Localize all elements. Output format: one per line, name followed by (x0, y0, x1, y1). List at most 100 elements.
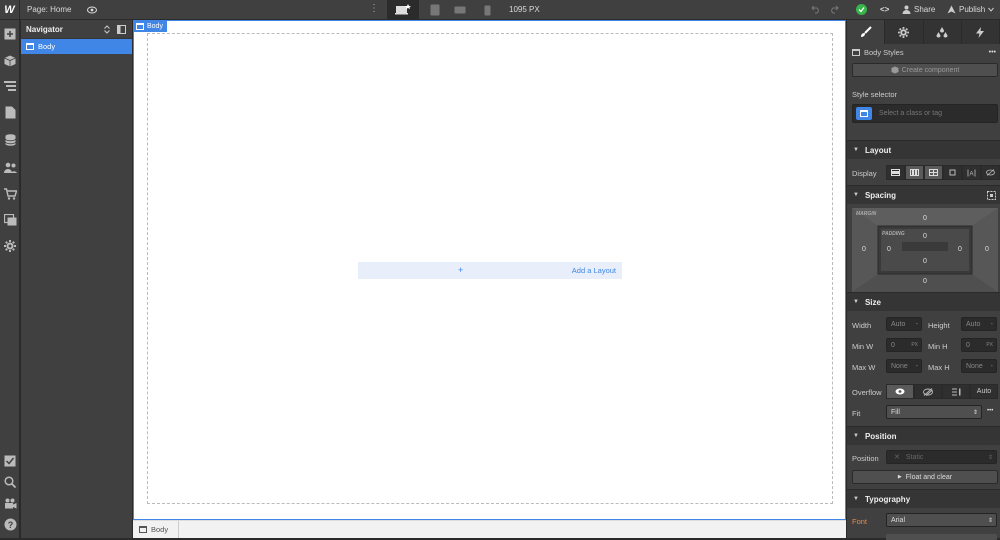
pin-panel-icon[interactable] (117, 24, 126, 34)
assets-icon[interactable] (3, 213, 17, 227)
overflow-auto-button[interactable]: Auto (970, 384, 998, 399)
font-label: Font (852, 517, 868, 526)
padding-bottom-value[interactable]: 0 (923, 258, 927, 265)
display-grid-icon[interactable] (924, 165, 943, 180)
font-select[interactable]: Arial ⇕ (886, 513, 997, 527)
margin-top-value[interactable]: 0 (923, 215, 927, 222)
typography-section-header[interactable]: ▼ Typography (847, 489, 1000, 508)
body-styles-row: Body Styles ••• (852, 48, 996, 57)
overflow-label: Overflow (852, 388, 882, 397)
share-button[interactable]: Share (902, 5, 935, 14)
cms-database-icon[interactable] (3, 133, 17, 147)
min-width-unit[interactable]: PX (911, 342, 918, 348)
height-input[interactable]: Auto - (961, 317, 997, 331)
fit-select[interactable]: Fill ⇕ (886, 405, 982, 419)
padding-right-value[interactable]: 0 (958, 246, 962, 253)
select-arrows-icon: ⇕ (987, 454, 993, 461)
margin-left-value[interactable]: 0 (862, 246, 866, 253)
size-title: Size (864, 297, 881, 307)
max-width-input[interactable]: None - (886, 359, 922, 373)
redo-icon[interactable] (829, 4, 839, 14)
size-section-header[interactable]: ▼ Size (847, 292, 1000, 311)
padding-left-value[interactable]: 0 (887, 246, 891, 253)
publish-button[interactable]: Publish (947, 5, 995, 14)
margin-bottom-value[interactable]: 0 (923, 278, 927, 285)
min-height-unit[interactable]: PX (986, 342, 993, 348)
position-title: Position (864, 431, 897, 441)
undo-icon[interactable] (811, 4, 821, 14)
min-width-input[interactable]: 0 PX (886, 338, 922, 352)
desktop-breakpoint-icon[interactable] (387, 0, 419, 20)
margin-right-value[interactable]: 0 (985, 246, 989, 253)
page-selector[interactable]: Page: Home (27, 5, 71, 14)
video-tutorials-icon[interactable] (3, 496, 17, 510)
settings-gear-icon[interactable] (3, 239, 17, 253)
navigator-icon[interactable] (3, 79, 17, 93)
display-block-icon[interactable] (886, 165, 905, 180)
preview-eye-icon[interactable] (87, 5, 97, 15)
height-label: Height (928, 321, 950, 330)
max-height-input[interactable]: None - (961, 359, 997, 373)
canvas-width-readout: 1095 PX (509, 5, 540, 14)
tab-style[interactable] (847, 20, 886, 44)
width-input[interactable]: Auto - (886, 317, 922, 331)
droplets-icon (936, 26, 948, 37)
display-inline-icon[interactable]: A (962, 165, 981, 180)
create-component-button[interactable]: Create component (852, 63, 998, 77)
overflow-options: Auto (886, 384, 998, 399)
overflow-hidden-icon[interactable] (914, 384, 942, 399)
overflow-scroll-icon[interactable] (942, 384, 970, 399)
add-layout-label: Add a Layout (571, 266, 616, 275)
more-options-icon[interactable]: ••• (989, 49, 996, 56)
collapse-caret-icon: ▼ (853, 299, 859, 305)
layout-section-header[interactable]: ▼ Layout (847, 140, 1000, 159)
tab-interactions[interactable] (962, 20, 1000, 44)
more-menu-icon[interactable]: ⋮ (369, 3, 379, 15)
display-inline-block-icon[interactable] (943, 165, 962, 180)
font-weight-select[interactable] (886, 534, 997, 540)
display-flex-icon[interactable] (905, 165, 924, 180)
padding-top-value[interactable]: 0 (923, 233, 927, 240)
add-panel-icon[interactable] (3, 27, 17, 41)
position-select[interactable]: ✕ Static ⇕ (886, 450, 997, 464)
breadcrumb-label: Body (151, 525, 169, 534)
users-icon[interactable] (3, 160, 17, 174)
ecommerce-cart-icon[interactable] (3, 187, 17, 201)
search-icon[interactable] (3, 475, 17, 489)
component-icon (891, 66, 899, 74)
lightning-icon (976, 26, 985, 38)
style-selector-label: Style selector (852, 90, 898, 99)
collapse-caret-icon: ▼ (853, 496, 859, 502)
min-height-input[interactable]: 0 PX (961, 338, 997, 352)
display-none-icon[interactable] (981, 165, 1000, 180)
overflow-visible-icon[interactable] (886, 384, 914, 399)
tab-style-manager[interactable] (924, 20, 962, 44)
left-toolbar: ? (0, 20, 20, 538)
breadcrumb-item-body[interactable]: Body (133, 521, 179, 538)
status-check-icon[interactable] (856, 4, 867, 15)
position-section-header[interactable]: ▼ Position (847, 426, 1000, 445)
breadcrumb: Body (133, 520, 846, 538)
spacing-section-header[interactable]: ▼ Spacing (847, 185, 1000, 204)
selected-element-tag[interactable]: Body (134, 21, 167, 32)
code-export-icon[interactable]: <> (880, 5, 889, 14)
audit-checkbox-icon[interactable] (3, 454, 17, 468)
pages-icon[interactable] (3, 105, 17, 119)
help-icon[interactable]: ? (3, 517, 17, 531)
navigator-item-body[interactable]: Body (21, 39, 132, 54)
style-selector-input[interactable]: Select a class or tag (852, 104, 998, 123)
max-height-label: Max H (928, 363, 950, 372)
body-element-icon (139, 526, 147, 533)
expand-collapse-icon[interactable] (104, 24, 110, 34)
webflow-logo[interactable]: W (0, 0, 20, 20)
add-layout-button[interactable]: + Add a Layout (358, 262, 622, 279)
float-clear-label: Float and clear (905, 473, 953, 481)
fit-more-icon[interactable]: ••• (987, 408, 993, 414)
float-and-clear-button[interactable]: ▶ Float and clear (852, 470, 998, 484)
symbols-cube-icon[interactable] (3, 54, 17, 68)
spacing-lock-icon[interactable] (987, 191, 996, 200)
design-canvas[interactable]: Body + Add a Layout (133, 20, 846, 520)
tab-settings[interactable] (885, 20, 924, 44)
plus-icon: + (458, 265, 464, 275)
mobile-portrait-breakpoint-icon[interactable] (471, 0, 503, 20)
